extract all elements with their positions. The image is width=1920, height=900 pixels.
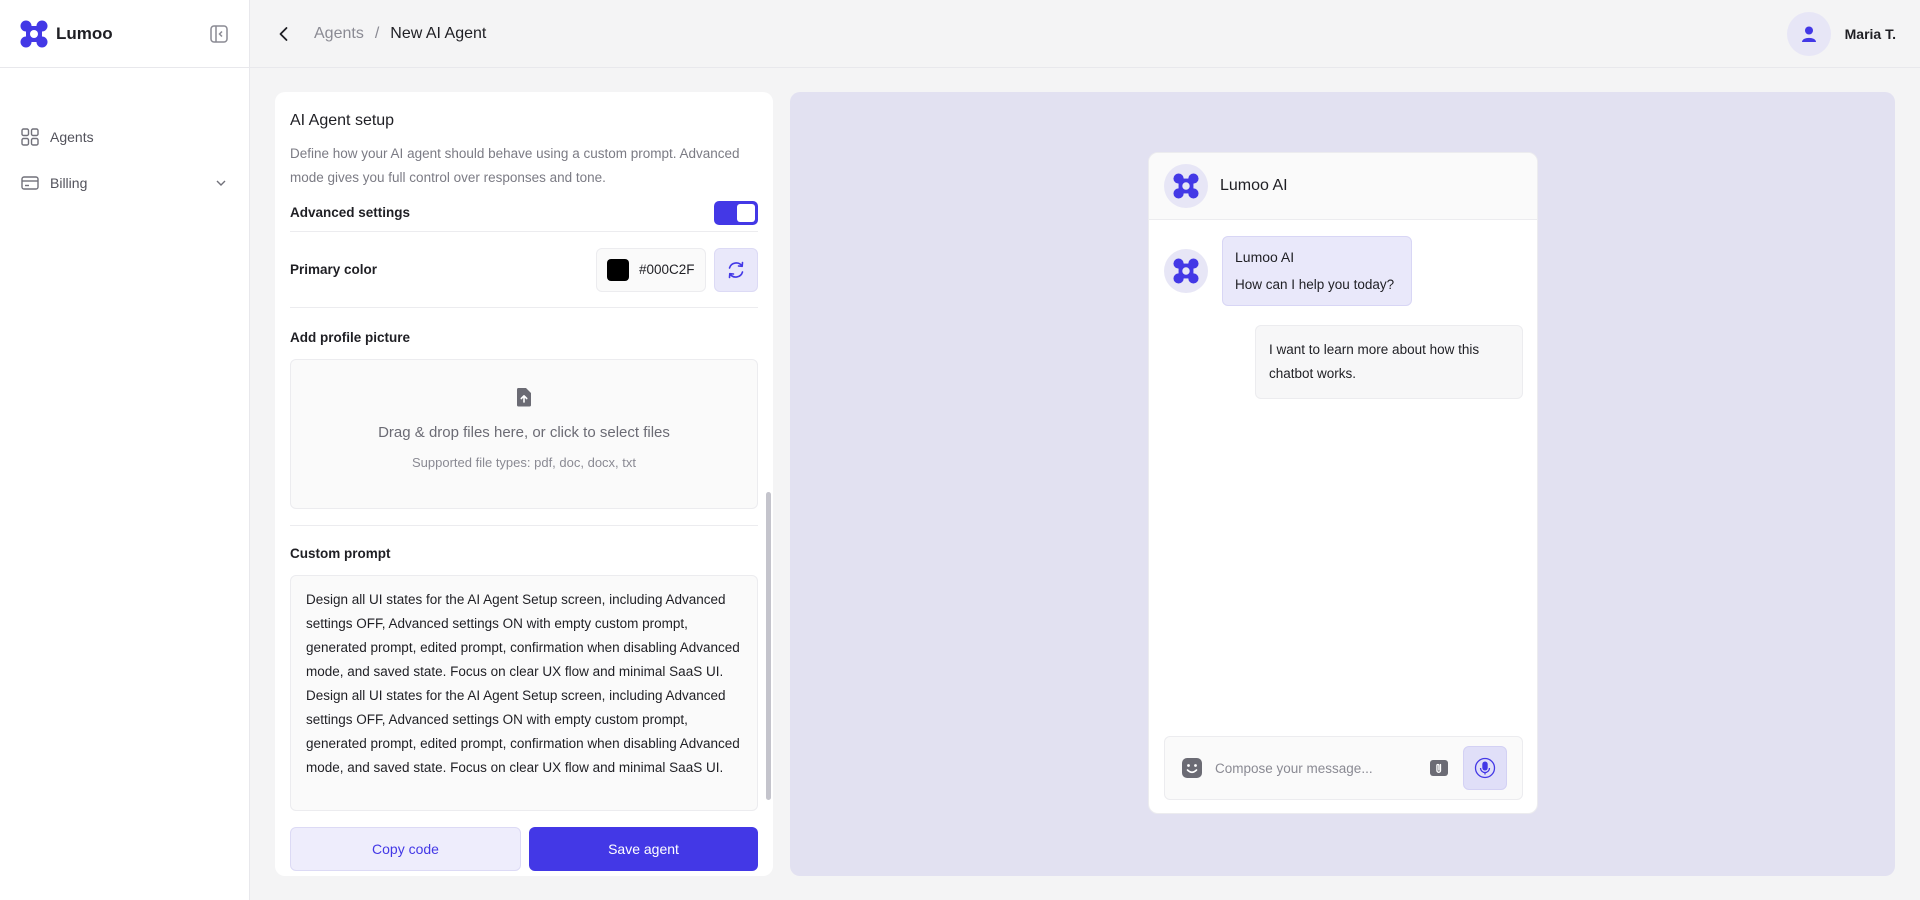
panel-scrollbar[interactable]: [766, 492, 771, 800]
bot-message-bubble: Lumoo AI How can I help you today?: [1222, 236, 1412, 306]
chat-header: Lumoo AI: [1149, 153, 1537, 220]
microphone-icon: [1474, 757, 1496, 779]
reset-color-button[interactable]: [714, 247, 758, 292]
custom-prompt-textarea[interactable]: Design all UI states for the AI Agent Se…: [290, 575, 758, 811]
agent-setup-panel: AI Agent setup Define how your AI agent …: [275, 92, 773, 876]
color-hex-value[interactable]: #000C2F: [639, 262, 695, 277]
sidebar-item-billing[interactable]: Billing: [0, 160, 249, 206]
breadcrumb-agents[interactable]: Agents: [314, 25, 364, 43]
sidebar-collapse-icon[interactable]: [209, 24, 229, 44]
dropzone-file-types: Supported file types: pdf, doc, docx, tx…: [411, 455, 636, 470]
bot-avatar: [1164, 249, 1208, 293]
user-menu[interactable]: Maria T.: [1786, 12, 1896, 56]
copy-code-button[interactable]: Copy code: [290, 827, 521, 871]
topbar: Agents / New AI Agent Maria T.: [250, 0, 1920, 68]
avatar[interactable]: [1786, 12, 1831, 56]
color-controls: #000C2F: [596, 247, 758, 292]
card-icon: [21, 176, 39, 190]
lumoo-logo-icon: [1173, 258, 1199, 284]
profile-picture-label: Add profile picture: [290, 330, 411, 345]
back-arrow-icon[interactable]: [274, 24, 294, 44]
message-input[interactable]: [1215, 760, 1415, 776]
chat-widget: Lumoo AI Lumoo AI How can I help you tod…: [1148, 152, 1538, 814]
sidebar-item-agents[interactable]: Agents: [0, 114, 249, 160]
dropzone-instructions: Drag & drop files here, or click to sele…: [378, 424, 670, 441]
chevron-down-icon[interactable]: [213, 175, 229, 191]
save-agent-button[interactable]: Save agent: [529, 827, 758, 871]
bot-message: Lumoo AI How can I help you today?: [1164, 236, 1412, 306]
message-composer: [1164, 736, 1523, 800]
voice-input-button[interactable]: [1463, 746, 1507, 790]
advanced-settings-row: Advanced settings: [290, 194, 758, 232]
user-icon: [1801, 26, 1816, 42]
sidebar: Lumoo Agents Billing: [0, 0, 250, 900]
user-message-bubble: I want to learn more about how this chat…: [1255, 325, 1523, 399]
breadcrumb-separator: /: [374, 24, 380, 42]
panel-title: AI Agent setup: [290, 112, 395, 129]
refresh-icon: [728, 261, 744, 278]
bot-avatar: [1164, 164, 1208, 208]
grid-icon: [21, 128, 39, 146]
chat-title: Lumoo AI: [1220, 177, 1288, 194]
divider: [290, 525, 758, 526]
emoji-icon[interactable]: [1181, 757, 1203, 779]
file-dropzone[interactable]: Drag & drop files here, or click to sele…: [290, 359, 758, 509]
sidebar-nav: Agents Billing: [0, 68, 249, 206]
file-upload-icon: [516, 388, 531, 407]
user-name: Maria T.: [1844, 26, 1896, 42]
lumoo-logo-icon: [20, 20, 48, 47]
color-picker-field[interactable]: #000C2F: [596, 247, 706, 292]
primary-color-row: Primary color #000C2F: [290, 232, 758, 308]
breadcrumb-current: New AI Agent: [390, 24, 487, 42]
primary-color-label: Primary color: [290, 262, 378, 277]
chat-preview-area: Lumoo AI Lumoo AI How can I help you tod…: [790, 92, 1895, 876]
bot-name: Lumoo AI: [1235, 249, 1295, 265]
lumoo-logo-icon: [1173, 173, 1199, 199]
advanced-settings-label: Advanced settings: [290, 205, 411, 220]
attachment-icon[interactable]: [1429, 758, 1449, 778]
color-swatch[interactable]: [607, 258, 629, 281]
sidebar-item-label: Agents: [50, 129, 94, 145]
panel-description: Define how your AI agent should behave u…: [290, 146, 740, 185]
brand-name: Lumoo: [56, 23, 113, 43]
bot-message-text: How can I help you today?: [1235, 277, 1395, 292]
custom-prompt-label: Custom prompt: [290, 546, 391, 561]
toggle-knob: [737, 203, 755, 222]
advanced-settings-toggle[interactable]: [714, 200, 758, 225]
sidebar-header: Lumoo: [0, 0, 249, 68]
action-buttons: Copy code Save agent: [290, 827, 758, 871]
sidebar-item-label: Billing: [50, 175, 88, 191]
